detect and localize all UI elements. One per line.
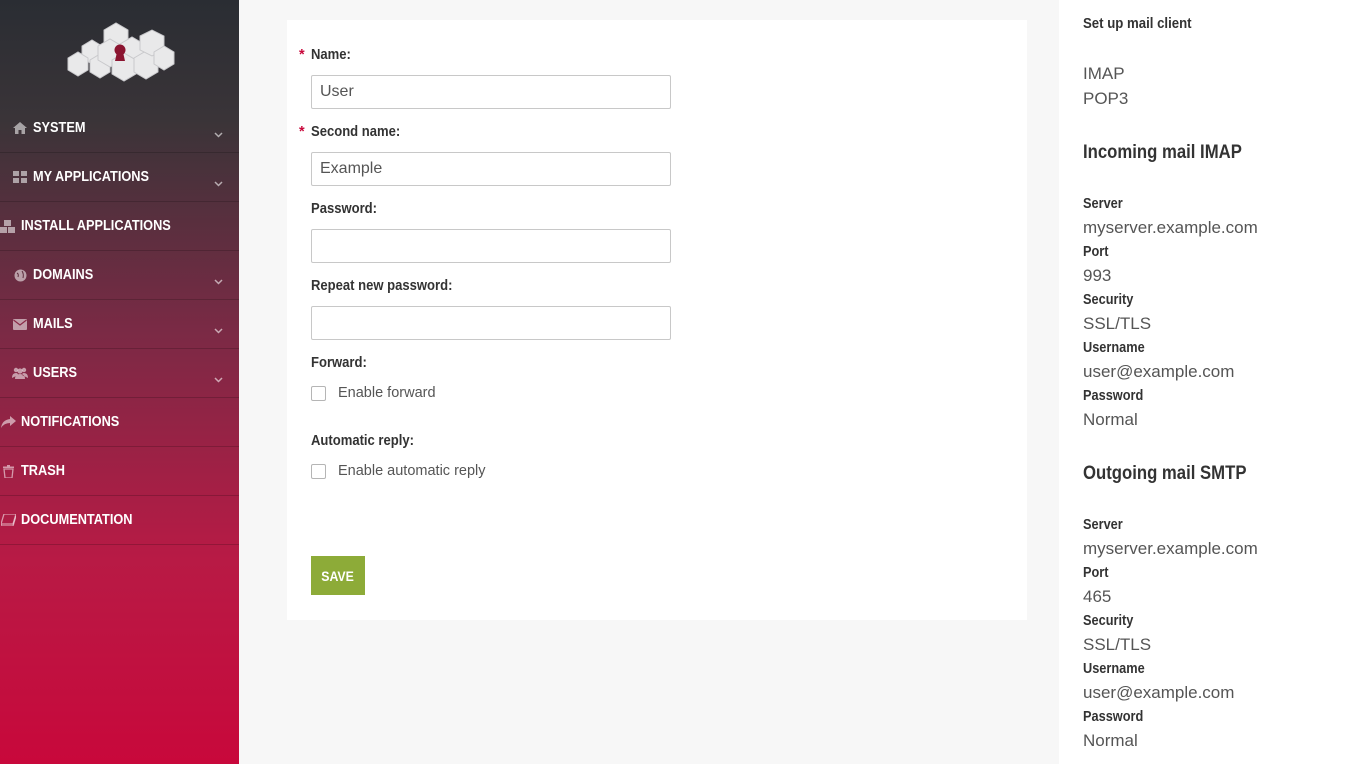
repeat-password-label: Repeat new password: (311, 278, 453, 294)
pop3-link[interactable]: POP3 (1083, 89, 1128, 109)
incoming-port-key: Port (1083, 244, 1109, 260)
enable-auto-reply-row[interactable]: Enable automatic reply (311, 463, 486, 479)
incoming-password-value: Normal (1083, 410, 1138, 429)
home-icon (12, 120, 28, 136)
chevron-down-icon (214, 273, 223, 289)
sidebar: System My applications Install applicati… (0, 0, 239, 764)
name-input[interactable] (311, 75, 671, 109)
mail-client-panel: Set up mail client IMAP POP3 Incoming ma… (1059, 0, 1348, 764)
sidebar-item-documentation[interactable]: Documentation (0, 496, 239, 545)
incoming-security-value: SSL/TLS (1083, 314, 1152, 333)
incoming-heading: Incoming mail IMAP (1083, 142, 1242, 163)
chevron-down-icon (214, 371, 223, 387)
mail-client-title: Set up mail client (1083, 15, 1192, 32)
password-input[interactable] (311, 229, 671, 263)
globe-icon (12, 267, 28, 283)
repeat-password-input[interactable] (311, 306, 671, 340)
outgoing-port-value: 465 (1083, 587, 1112, 606)
sidebar-item-users[interactable]: Users (0, 349, 239, 398)
sidebar-item-label: Notifications (21, 414, 120, 430)
users-icon (12, 365, 28, 381)
incoming-username-value: user@example.com (1083, 362, 1235, 381)
incoming-security-key: Security (1083, 292, 1134, 308)
chevron-down-icon (214, 175, 223, 191)
auto-reply-label: Automatic reply: (311, 433, 414, 449)
second-name-label: * Second name: (299, 124, 401, 140)
logo-icon (67, 22, 174, 82)
envelope-icon (12, 316, 28, 332)
password-label: Password: (311, 201, 378, 217)
sidebar-item-notifications[interactable]: Notifications (0, 398, 239, 447)
chevron-down-icon (214, 126, 223, 142)
chevron-down-icon (214, 322, 223, 338)
sidebar-item-my-applications[interactable]: My applications (0, 153, 239, 202)
outgoing-username-key: Username (1083, 661, 1145, 677)
sidebar-item-domains[interactable]: Domains (0, 251, 239, 300)
outgoing-password-value: Normal (1083, 731, 1138, 750)
outgoing-username-value: user@example.com (1083, 683, 1235, 702)
incoming-port-value: 993 (1083, 266, 1112, 285)
sidebar-item-trash[interactable]: Trash (0, 447, 239, 496)
outgoing-port-key: Port (1083, 565, 1109, 581)
save-button[interactable]: Save (311, 556, 365, 595)
name-label: * Name: (299, 47, 351, 63)
cloud-keyhole-logo[interactable] (0, 0, 239, 104)
outgoing-security-value: SSL/TLS (1083, 635, 1152, 654)
sidebar-item-label: My applications (33, 169, 150, 185)
trash-icon (0, 463, 16, 479)
share-icon (0, 414, 16, 430)
book-icon (0, 512, 16, 528)
enable-forward-checkbox[interactable] (311, 385, 326, 401)
sidebar-item-label: Trash (21, 463, 65, 479)
sidebar-item-system[interactable]: System (0, 104, 239, 153)
sidebar-item-label: Mails (33, 316, 73, 332)
outgoing-password-key: Password (1083, 709, 1144, 725)
incoming-password-key: Password (1083, 388, 1144, 404)
sidebar-item-label: Users (33, 365, 77, 381)
grid-icon (12, 169, 28, 185)
forward-label: Forward: (311, 355, 367, 371)
incoming-server-value: myserver.example.com (1083, 218, 1258, 237)
second-name-input[interactable] (311, 152, 671, 186)
enable-auto-reply-label: Enable automatic reply (338, 463, 486, 479)
outgoing-server-key: Server (1083, 517, 1123, 533)
enable-auto-reply-checkbox[interactable] (311, 463, 326, 479)
imap-link[interactable]: IMAP (1083, 64, 1125, 84)
outgoing-security-key: Security (1083, 613, 1134, 629)
incoming-server-key: Server (1083, 196, 1123, 212)
required-mark: * (299, 124, 305, 140)
sidebar-item-label: Install applications (21, 218, 171, 234)
sidebar-item-mails[interactable]: Mails (0, 300, 239, 349)
sidebar-item-label: Domains (33, 267, 94, 283)
enable-forward-row[interactable]: Enable forward (311, 385, 436, 401)
enable-forward-label: Enable forward (338, 385, 436, 401)
sidebar-item-label: Documentation (21, 512, 133, 528)
cubes-icon (0, 218, 16, 234)
user-edit-form: * Name: * Second name: Password: Repeat … (287, 20, 1027, 620)
required-mark: * (299, 47, 305, 63)
outgoing-heading: Outgoing mail SMTP (1083, 463, 1247, 484)
incoming-username-key: Username (1083, 340, 1145, 356)
sidebar-item-label: System (33, 120, 86, 136)
sidebar-item-install-applications[interactable]: Install applications (0, 202, 239, 251)
outgoing-server-value: myserver.example.com (1083, 539, 1258, 558)
